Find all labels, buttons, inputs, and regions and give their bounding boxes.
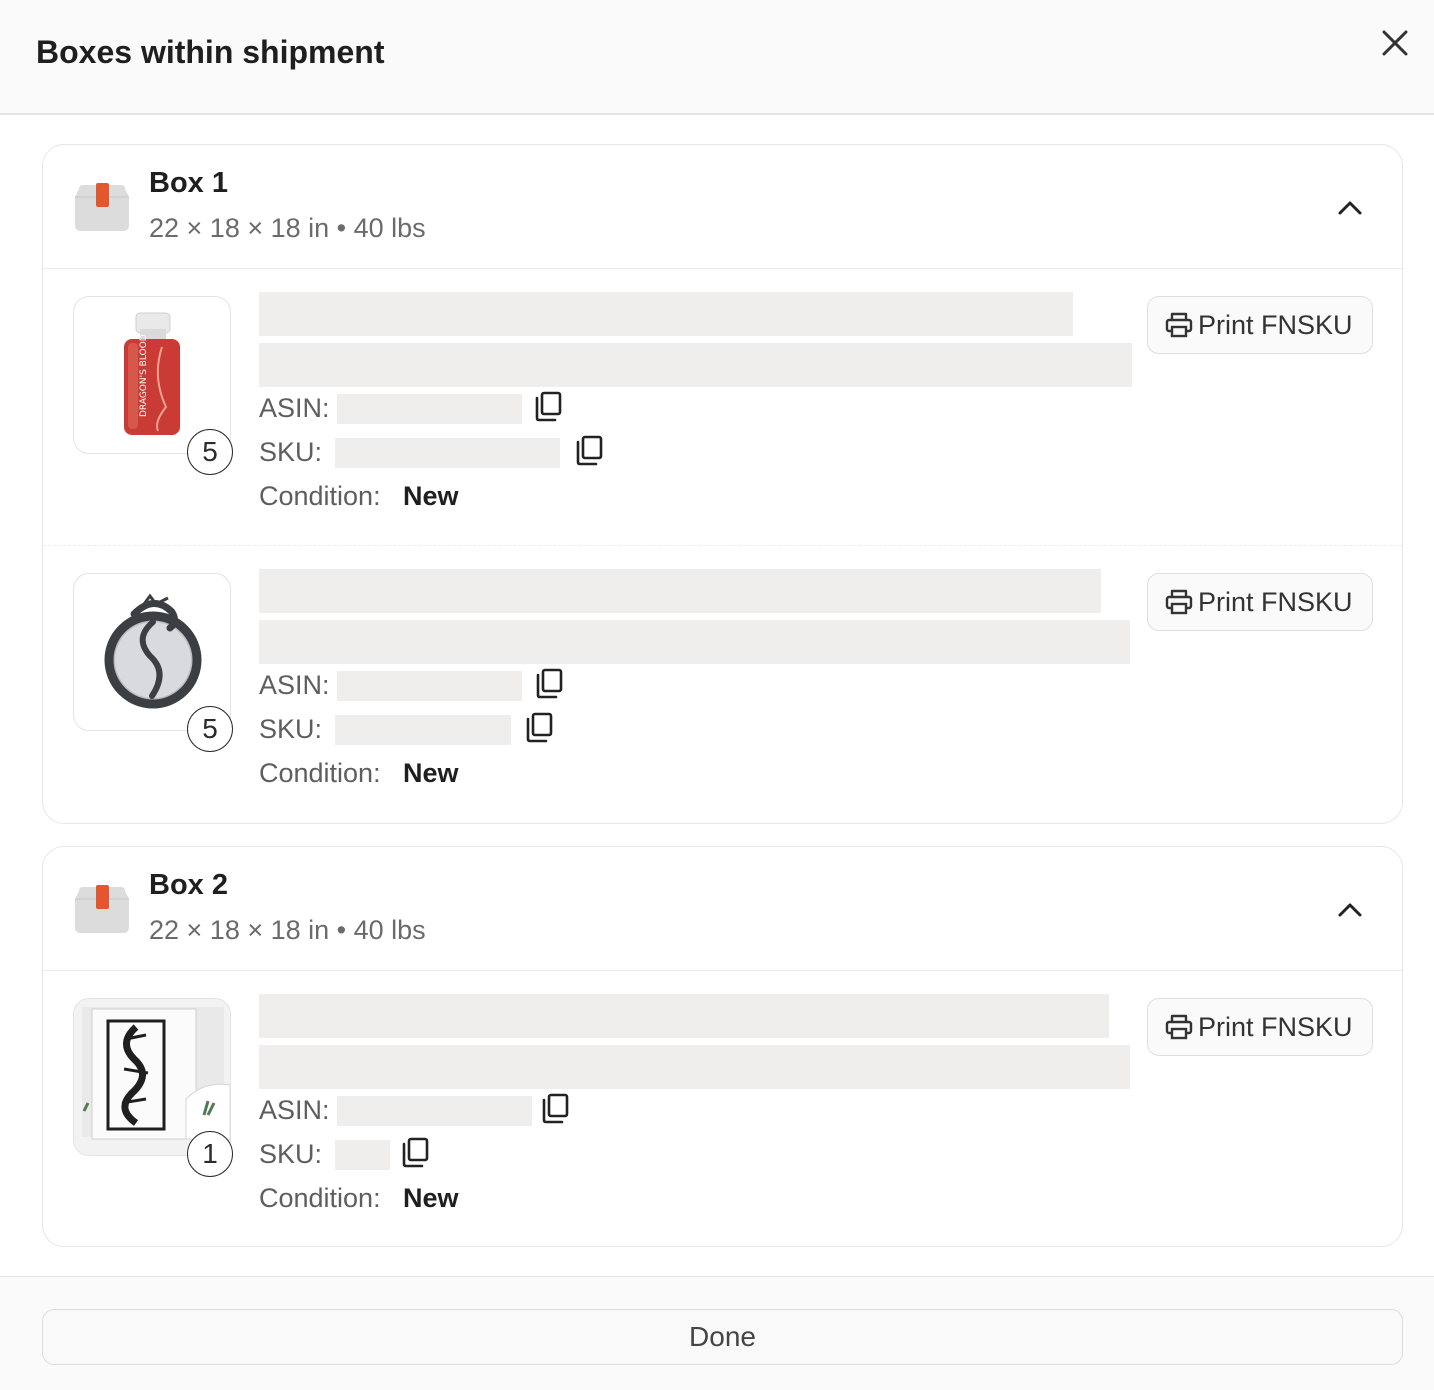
done-button[interactable]: Done: [42, 1309, 1403, 1365]
condition-value: New: [403, 481, 459, 511]
modal-title: Boxes within shipment: [36, 34, 385, 70]
collapse-button[interactable]: [1333, 893, 1367, 927]
printer-icon: [1165, 312, 1193, 338]
copy-icon[interactable]: [524, 711, 554, 743]
modal-footer: Done: [0, 1276, 1434, 1390]
close-button[interactable]: [1372, 20, 1418, 66]
printer-icon: [1165, 589, 1193, 615]
copy-icon[interactable]: [400, 1136, 430, 1168]
product-subtitle-placeholder: [259, 620, 1130, 664]
condition-label: Condition:: [259, 481, 381, 511]
print-fnsku-label: Print FNSKU: [1198, 586, 1353, 617]
box-card-1: Box 1 22 × 18 × 18 in • 40 lbs DRAGON'S …: [42, 144, 1403, 824]
asin-value: [337, 671, 522, 701]
svg-text:DRAGON'S BLOOD: DRAGON'S BLOOD: [139, 334, 149, 417]
collapse-button[interactable]: [1333, 191, 1367, 225]
box-dimensions: 22 × 18 × 18 in • 40 lbs: [149, 915, 426, 945]
product-title-placeholder: [259, 292, 1073, 336]
item-row: 1 ASIN: SKU: Condition: New Print FNSKU: [43, 971, 1402, 1246]
quantity-badge: 5: [187, 429, 233, 475]
print-fnsku-label: Print FNSKU: [1198, 309, 1353, 340]
condition-label: Condition:: [259, 758, 381, 788]
close-icon: [1382, 30, 1408, 56]
box-icon: [75, 183, 129, 231]
asin-value: [337, 1096, 532, 1126]
sku-label: SKU:: [259, 437, 323, 467]
copy-icon[interactable]: [540, 1092, 570, 1124]
asin-label: ASIN:: [259, 393, 330, 423]
box-icon: [75, 885, 129, 933]
box-header[interactable]: Box 1 22 × 18 × 18 in • 40 lbs: [43, 145, 1402, 269]
item-row: DRAGON'S BLOOD 5 ASIN: SKU: Condition: N…: [43, 269, 1402, 546]
product-subtitle-placeholder: [259, 1045, 1130, 1089]
boxes-modal: Boxes within shipment Box 1 22 × 18 × 18…: [0, 0, 1434, 1390]
condition-value: New: [403, 758, 459, 788]
chevron-up-icon: [1338, 903, 1362, 917]
sku-value: [335, 715, 511, 745]
copy-icon[interactable]: [534, 667, 564, 699]
copy-icon[interactable]: [533, 390, 563, 422]
sku-value: [335, 438, 560, 468]
box-name: Box 1: [149, 167, 228, 199]
asin-value: [337, 394, 522, 424]
modal-header: Boxes within shipment: [0, 0, 1434, 115]
print-fnsku-label: Print FNSKU: [1198, 1011, 1353, 1042]
box-name: Box 2: [149, 869, 228, 901]
product-subtitle-placeholder: [259, 343, 1132, 387]
print-fnsku-button[interactable]: Print FNSKU: [1147, 296, 1373, 354]
asin-label: ASIN:: [259, 670, 330, 700]
condition-label: Condition:: [259, 1183, 381, 1213]
item-row: 5 ASIN: SKU: Condition: New Print FNSKU: [43, 546, 1402, 823]
quantity-badge: 1: [187, 1131, 233, 1177]
product-title-placeholder: [259, 994, 1109, 1038]
box-dimensions: 22 × 18 × 18 in • 40 lbs: [149, 213, 426, 243]
sku-value: [335, 1140, 390, 1170]
product-title-placeholder: [259, 569, 1101, 613]
print-fnsku-button[interactable]: Print FNSKU: [1147, 573, 1373, 631]
print-fnsku-button[interactable]: Print FNSKU: [1147, 998, 1373, 1056]
sku-label: SKU:: [259, 714, 323, 744]
copy-icon[interactable]: [574, 434, 604, 466]
quantity-badge: 5: [187, 706, 233, 752]
sku-label: SKU:: [259, 1139, 323, 1169]
printer-icon: [1165, 1014, 1193, 1040]
box-card-2: Box 2 22 × 18 × 18 in • 40 lbs 1 ASIN: S…: [42, 846, 1403, 1247]
condition-value: New: [403, 1183, 459, 1213]
asin-label: ASIN:: [259, 1095, 330, 1125]
box-header[interactable]: Box 2 22 × 18 × 18 in • 40 lbs: [43, 847, 1402, 971]
chevron-up-icon: [1338, 201, 1362, 215]
